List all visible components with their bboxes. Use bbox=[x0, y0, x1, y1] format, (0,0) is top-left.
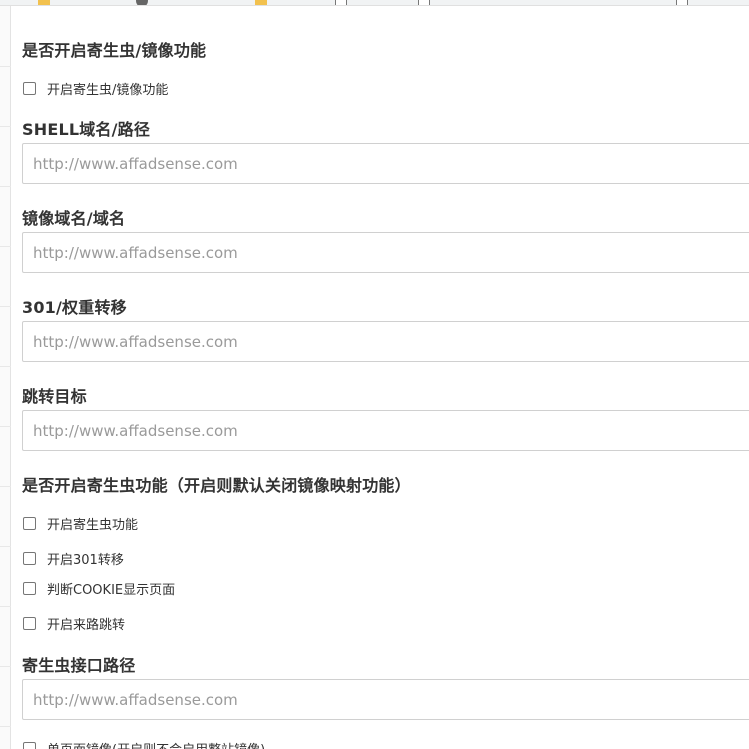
cookie-check-label: 判断COOKIE显示页面 bbox=[47, 582, 176, 598]
spider-mirror-option[interactable]: 开启寄生虫/镜像功能 bbox=[23, 80, 169, 98]
mirror-domain-heading: 镜像域名/域名 bbox=[22, 209, 126, 228]
shell-domain-input[interactable] bbox=[22, 143, 749, 184]
spider-api-input[interactable] bbox=[22, 679, 749, 720]
referer-jump-option[interactable]: 开启来路跳转 bbox=[23, 615, 126, 633]
spider-mirror-heading: 是否开启寄生虫/镜像功能 bbox=[22, 41, 207, 60]
settings-form: 是否开启寄生虫/镜像功能 开启寄生虫/镜像功能 SHELL域名/路径 镜像域名/… bbox=[12, 6, 749, 749]
spider-mirror-label: 开启寄生虫/镜像功能 bbox=[47, 82, 169, 98]
spider-options-heading: 是否开启寄生虫功能（开启则默认关闭镜像映射功能） bbox=[22, 476, 411, 495]
enable-301-option[interactable]: 开启301转移 bbox=[23, 550, 124, 568]
cookie-check-checkbox[interactable] bbox=[23, 581, 36, 595]
jump-target-input[interactable] bbox=[22, 410, 749, 451]
referer-jump-label: 开启来路跳转 bbox=[47, 617, 126, 633]
enable-301-label: 开启301转移 bbox=[47, 552, 124, 568]
referer-jump-checkbox[interactable] bbox=[23, 616, 36, 630]
spider-api-heading: 寄生虫接口路径 bbox=[22, 656, 136, 675]
jump-target-heading: 跳转目标 bbox=[22, 387, 87, 406]
enable-301-checkbox[interactable] bbox=[23, 551, 36, 565]
mirror-domain-input[interactable] bbox=[22, 232, 749, 273]
enable-spider-label: 开启寄生虫功能 bbox=[47, 517, 139, 533]
spider-mirror-checkbox[interactable] bbox=[23, 81, 36, 95]
left-page-gutter bbox=[0, 6, 11, 749]
redirect-301-input[interactable] bbox=[22, 321, 749, 362]
single-page-mirror-label: 单页面镜像(开启则不会启用整站镜像) bbox=[47, 739, 265, 749]
single-page-mirror-option[interactable]: 单页面镜像(开启则不会启用整站镜像) bbox=[23, 740, 265, 749]
single-page-mirror-checkbox[interactable] bbox=[23, 741, 36, 749]
enable-spider-option[interactable]: 开启寄生虫功能 bbox=[23, 515, 139, 533]
cookie-check-option[interactable]: 判断COOKIE显示页面 bbox=[23, 580, 176, 598]
redirect-301-heading: 301/权重转移 bbox=[22, 298, 127, 317]
shell-domain-heading: SHELL域名/路径 bbox=[22, 120, 151, 139]
enable-spider-checkbox[interactable] bbox=[23, 516, 36, 530]
